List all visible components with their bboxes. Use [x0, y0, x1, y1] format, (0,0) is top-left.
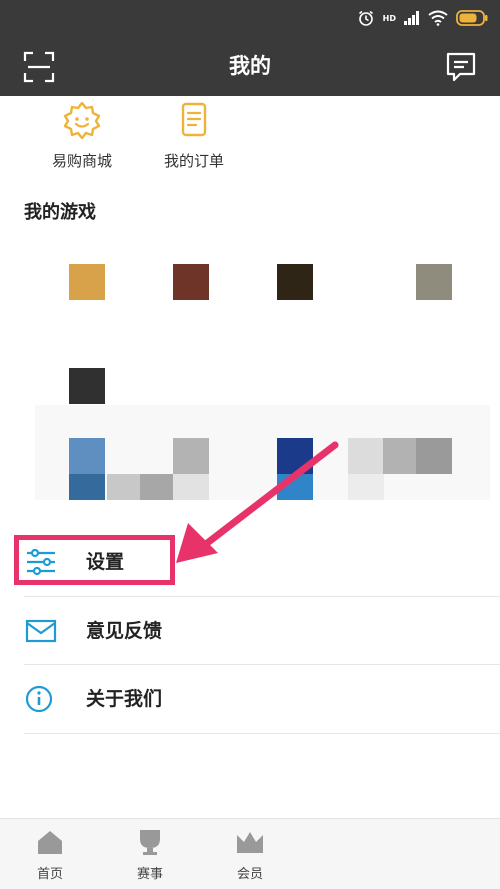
status-bar: HD [0, 0, 500, 36]
hd-indicator: HD [382, 13, 396, 23]
alarm-icon [358, 10, 373, 26]
game-tile[interactable] [416, 264, 452, 300]
menu-item-about-label: 关于我们 [86, 688, 163, 710]
menu-item-feedback-label: 意见反馈 [86, 620, 163, 642]
app-header: 我的 [0, 36, 500, 96]
shortcut-orders-label: 我的订单 [163, 152, 224, 170]
nav-events[interactable]: 赛事 [115, 827, 185, 882]
scan-icon [23, 51, 55, 83]
game-tile[interactable] [69, 368, 105, 404]
info-icon [24, 685, 58, 713]
menu-item-about[interactable]: 关于我们 [0, 665, 500, 733]
nav-home-label: 首页 [36, 867, 63, 882]
menu-item-feedback[interactable]: 意见反馈 [0, 597, 500, 665]
mall-icon [62, 100, 102, 140]
obscured-block [348, 438, 384, 474]
shortcut-mall-label: 易购商城 [51, 152, 112, 170]
game-tile[interactable] [173, 264, 209, 300]
crown-icon [235, 827, 265, 857]
scan-button[interactable] [22, 50, 56, 84]
obscured-block [348, 474, 384, 500]
obscured-block [383, 438, 419, 474]
shortcut-mall[interactable]: 易购商城 [27, 100, 137, 171]
obscured-block [69, 474, 105, 500]
divider [24, 733, 500, 734]
orders-icon [174, 100, 214, 140]
bottom-nav: 首页 赛事 会员 [0, 818, 500, 889]
obscured-block [107, 474, 143, 500]
nav-membership-label: 会员 [236, 867, 263, 882]
nav-events-label: 赛事 [136, 867, 163, 882]
battery-icon [456, 10, 488, 26]
home-icon [35, 827, 65, 857]
nav-home[interactable]: 首页 [15, 827, 85, 882]
game-tile[interactable] [277, 264, 313, 300]
game-tile[interactable] [416, 438, 452, 474]
shortcut-orders[interactable]: 我的订单 [139, 100, 249, 171]
message-button[interactable] [444, 50, 478, 84]
page-title: 我的 [229, 54, 271, 78]
wifi-icon [428, 10, 448, 26]
highlight-box [14, 535, 175, 585]
mail-icon [24, 617, 58, 645]
message-icon [446, 52, 476, 82]
signal-icon [404, 11, 419, 25]
trophy-icon [135, 827, 165, 857]
status-icons: HD [357, 8, 488, 28]
annotation-arrow-icon [176, 441, 339, 563]
my-games-title: 我的游戏 [24, 202, 96, 223]
game-tile[interactable] [69, 264, 105, 300]
nav-membership[interactable]: 会员 [215, 827, 285, 882]
game-tile[interactable] [69, 438, 105, 474]
